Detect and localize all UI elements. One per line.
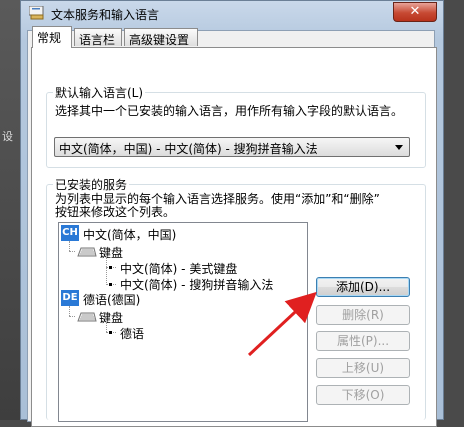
annotation-arrow-icon [247,291,317,357]
tab-general[interactable]: 常规 [32,26,72,48]
tab-general-label: 常规 [37,31,62,45]
